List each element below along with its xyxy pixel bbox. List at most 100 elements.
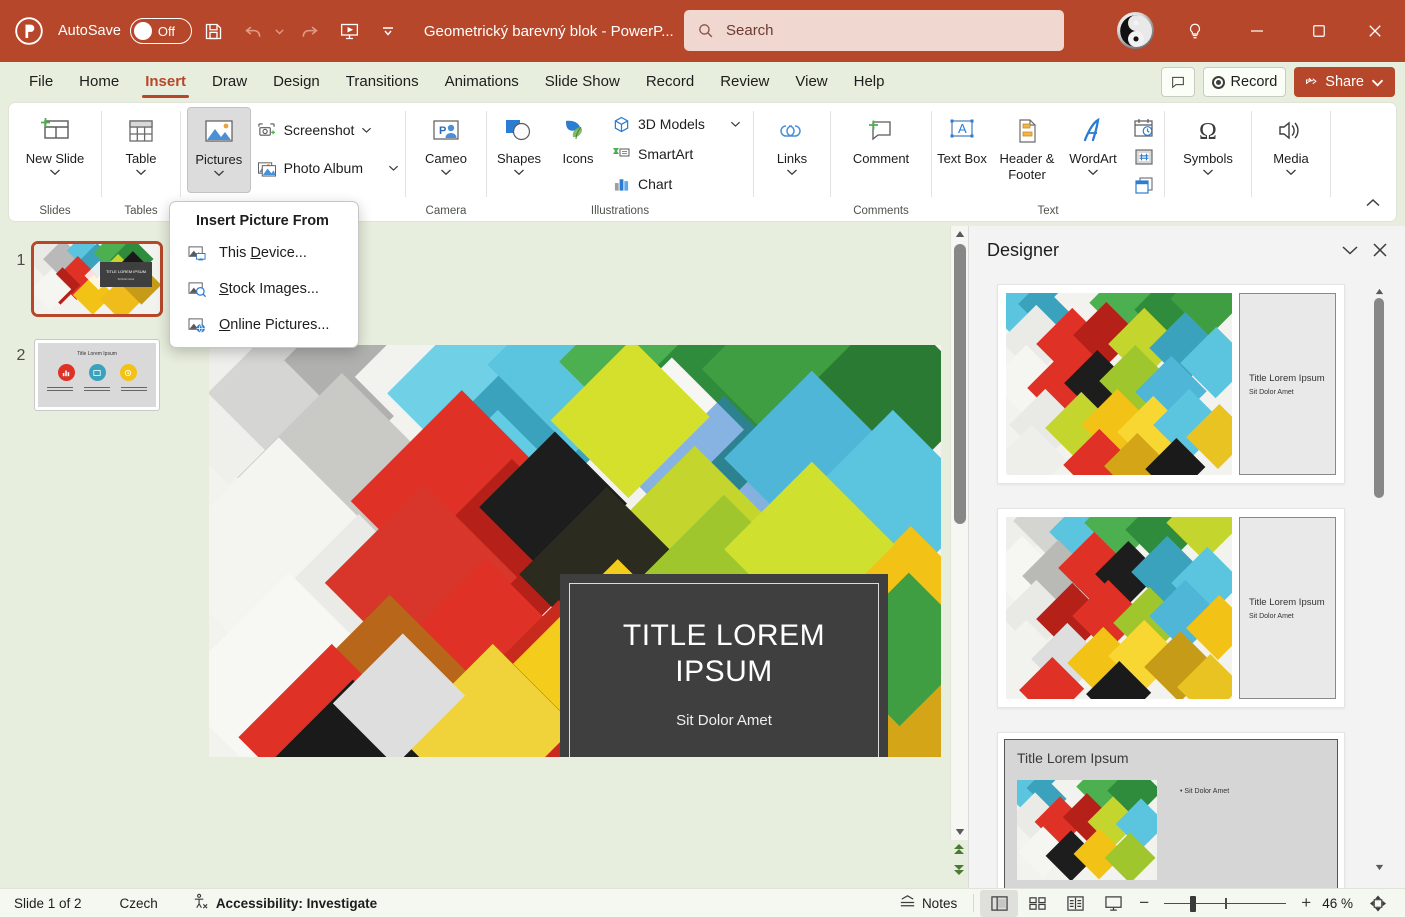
tab-animations[interactable]: Animations: [432, 63, 532, 101]
pictures-button[interactable]: Pictures: [187, 107, 251, 193]
zoom-out-button[interactable]: −: [1132, 893, 1156, 913]
canvas-vertical-scrollbar[interactable]: [950, 226, 968, 840]
menu-item-stock-images[interactable]: Stock Images...: [170, 271, 358, 307]
designer-close-icon[interactable]: [1365, 235, 1395, 265]
tab-file[interactable]: File: [16, 63, 66, 101]
thumbnail-row-1: 1 TITLE LOREM IPSUM Sit Dolor Amet: [8, 241, 163, 317]
share-button[interactable]: Share: [1294, 67, 1395, 97]
chevron-down-icon[interactable]: [1202, 168, 1214, 176]
search-input[interactable]: Search: [684, 10, 1064, 51]
tab-design[interactable]: Design: [260, 63, 333, 101]
record-button[interactable]: Record: [1202, 67, 1287, 97]
comment-button[interactable]: Comment: [835, 107, 927, 167]
new-slide-button[interactable]: New Slide: [19, 107, 91, 176]
chevron-down-icon[interactable]: [786, 168, 798, 176]
date-time-icon[interactable]: [1130, 115, 1158, 141]
wordart-button[interactable]: WordArt: [1062, 107, 1124, 176]
tab-view[interactable]: View: [782, 63, 840, 101]
smartart-button[interactable]: SmartArt: [605, 139, 747, 169]
shapes-button[interactable]: Shapes: [487, 107, 551, 176]
notes-button[interactable]: Notes: [898, 894, 957, 913]
designer-card-3[interactable]: Title Lorem Ipsum • Sit Dolor Amet: [997, 732, 1345, 888]
designer-scroll-up-icon[interactable]: [1372, 284, 1386, 298]
chevron-down-icon[interactable]: [1087, 168, 1099, 176]
slide-thumbnail-2[interactable]: Title Lorem Ipsum: [34, 339, 160, 411]
tab-record[interactable]: Record: [633, 63, 707, 101]
symbols-button[interactable]: Ω Symbols: [1172, 107, 1244, 176]
text-box-button[interactable]: A Text Box: [932, 107, 992, 167]
minimize-button[interactable]: [1240, 14, 1274, 48]
comments-button[interactable]: [1160, 67, 1195, 97]
undo-button[interactable]: [236, 13, 272, 49]
tab-help[interactable]: Help: [841, 63, 898, 101]
photo-album-button[interactable]: Photo Album: [251, 153, 405, 183]
designer-card-2[interactable]: Title Lorem Ipsum Sit Dolor Amet: [997, 508, 1345, 708]
slide-thumbnail-1[interactable]: TITLE LOREM IPSUM Sit Dolor Amet: [31, 241, 163, 317]
media-button[interactable]: Media: [1255, 107, 1327, 176]
designer-collapse-chevron-down-icon[interactable]: [1335, 235, 1365, 265]
designer-scrollbar-thumb[interactable]: [1374, 298, 1384, 498]
tab-slide-show[interactable]: Slide Show: [532, 63, 633, 101]
account-avatar[interactable]: [1117, 12, 1154, 49]
slide-sorter-button[interactable]: [1018, 890, 1056, 917]
tab-insert[interactable]: Insert: [132, 63, 199, 101]
accessibility-status[interactable]: Accessibility: Investigate: [192, 893, 377, 913]
chevron-down-icon[interactable]: [49, 168, 61, 176]
title-bar: AutoSave Off Geometrický barevný blok - …: [0, 0, 1405, 62]
zoom-slider[interactable]: [1164, 890, 1287, 917]
slide-number-icon[interactable]: [1130, 144, 1158, 170]
chevron-down-icon[interactable]: [361, 126, 372, 134]
collapse-ribbon-button[interactable]: [1362, 193, 1384, 213]
chevron-down-icon[interactable]: [730, 120, 741, 128]
zoom-knob[interactable]: [1190, 895, 1197, 912]
redo-button[interactable]: [292, 13, 328, 49]
close-button[interactable]: [1358, 14, 1392, 48]
previous-slide-button[interactable]: [952, 842, 966, 861]
zoom-in-button[interactable]: +: [1294, 893, 1318, 913]
designer-scroll-down-icon[interactable]: [1372, 860, 1386, 874]
slide-title-box[interactable]: TITLE LOREM IPSUM Sit Dolor Amet: [560, 574, 888, 757]
designer-scrollbar[interactable]: [1372, 284, 1386, 874]
slide-indicator[interactable]: Slide 1 of 2: [14, 896, 82, 911]
object-icon[interactable]: [1130, 173, 1158, 199]
cameo-button[interactable]: P Cameo: [410, 107, 482, 176]
scroll-up-arrow-icon[interactable]: [951, 226, 969, 242]
autosave-toggle[interactable]: Off: [129, 18, 192, 44]
normal-view-button[interactable]: [980, 889, 1019, 917]
start-presentation-button[interactable]: [332, 13, 368, 49]
table-button[interactable]: Table: [105, 107, 177, 176]
scroll-down-arrow-icon[interactable]: [951, 824, 969, 840]
chevron-down-icon[interactable]: [213, 169, 225, 177]
tab-draw[interactable]: Draw: [199, 63, 260, 101]
3d-models-button[interactable]: 3D Models: [605, 109, 747, 139]
chevron-down-icon[interactable]: [440, 168, 452, 176]
chevron-down-icon[interactable]: [388, 164, 399, 172]
slide-show-button[interactable]: [1094, 890, 1132, 917]
menu-item-this-device[interactable]: This Device...: [170, 235, 358, 271]
lightbulb-icon[interactable]: [1178, 14, 1212, 48]
menu-item-online-pictures[interactable]: Online Pictures...: [170, 307, 358, 343]
chevron-down-icon[interactable]: [513, 168, 525, 176]
scrollbar-thumb[interactable]: [954, 244, 966, 524]
reading-view-button[interactable]: [1056, 890, 1094, 917]
chevron-down-icon[interactable]: [1285, 168, 1297, 176]
chevron-down-icon[interactable]: [135, 168, 147, 176]
current-slide[interactable]: TITLE LOREM IPSUM Sit Dolor Amet: [209, 345, 941, 757]
chart-button[interactable]: Chart: [605, 169, 747, 199]
undo-dropdown-caret-icon[interactable]: [272, 26, 288, 37]
screenshot-button[interactable]: Screenshot: [251, 115, 405, 145]
next-slide-button[interactable]: [952, 863, 966, 882]
fit-to-window-button[interactable]: [1359, 890, 1397, 917]
zoom-percentage[interactable]: 46 %: [1322, 896, 1353, 911]
tab-transitions[interactable]: Transitions: [333, 63, 432, 101]
links-button[interactable]: Links: [756, 107, 828, 176]
tab-review[interactable]: Review: [707, 63, 782, 101]
icons-button[interactable]: Icons: [551, 107, 605, 167]
customize-quick-access-toolbar-icon[interactable]: [380, 24, 396, 38]
designer-card-1[interactable]: Title Lorem Ipsum Sit Dolor Amet: [997, 284, 1345, 484]
tab-home[interactable]: Home: [66, 63, 132, 101]
language-indicator[interactable]: Czech: [120, 896, 158, 911]
maximize-button[interactable]: [1302, 14, 1336, 48]
save-button[interactable]: [196, 13, 232, 49]
header-footer-button[interactable]: Header & Footer: [992, 107, 1062, 183]
